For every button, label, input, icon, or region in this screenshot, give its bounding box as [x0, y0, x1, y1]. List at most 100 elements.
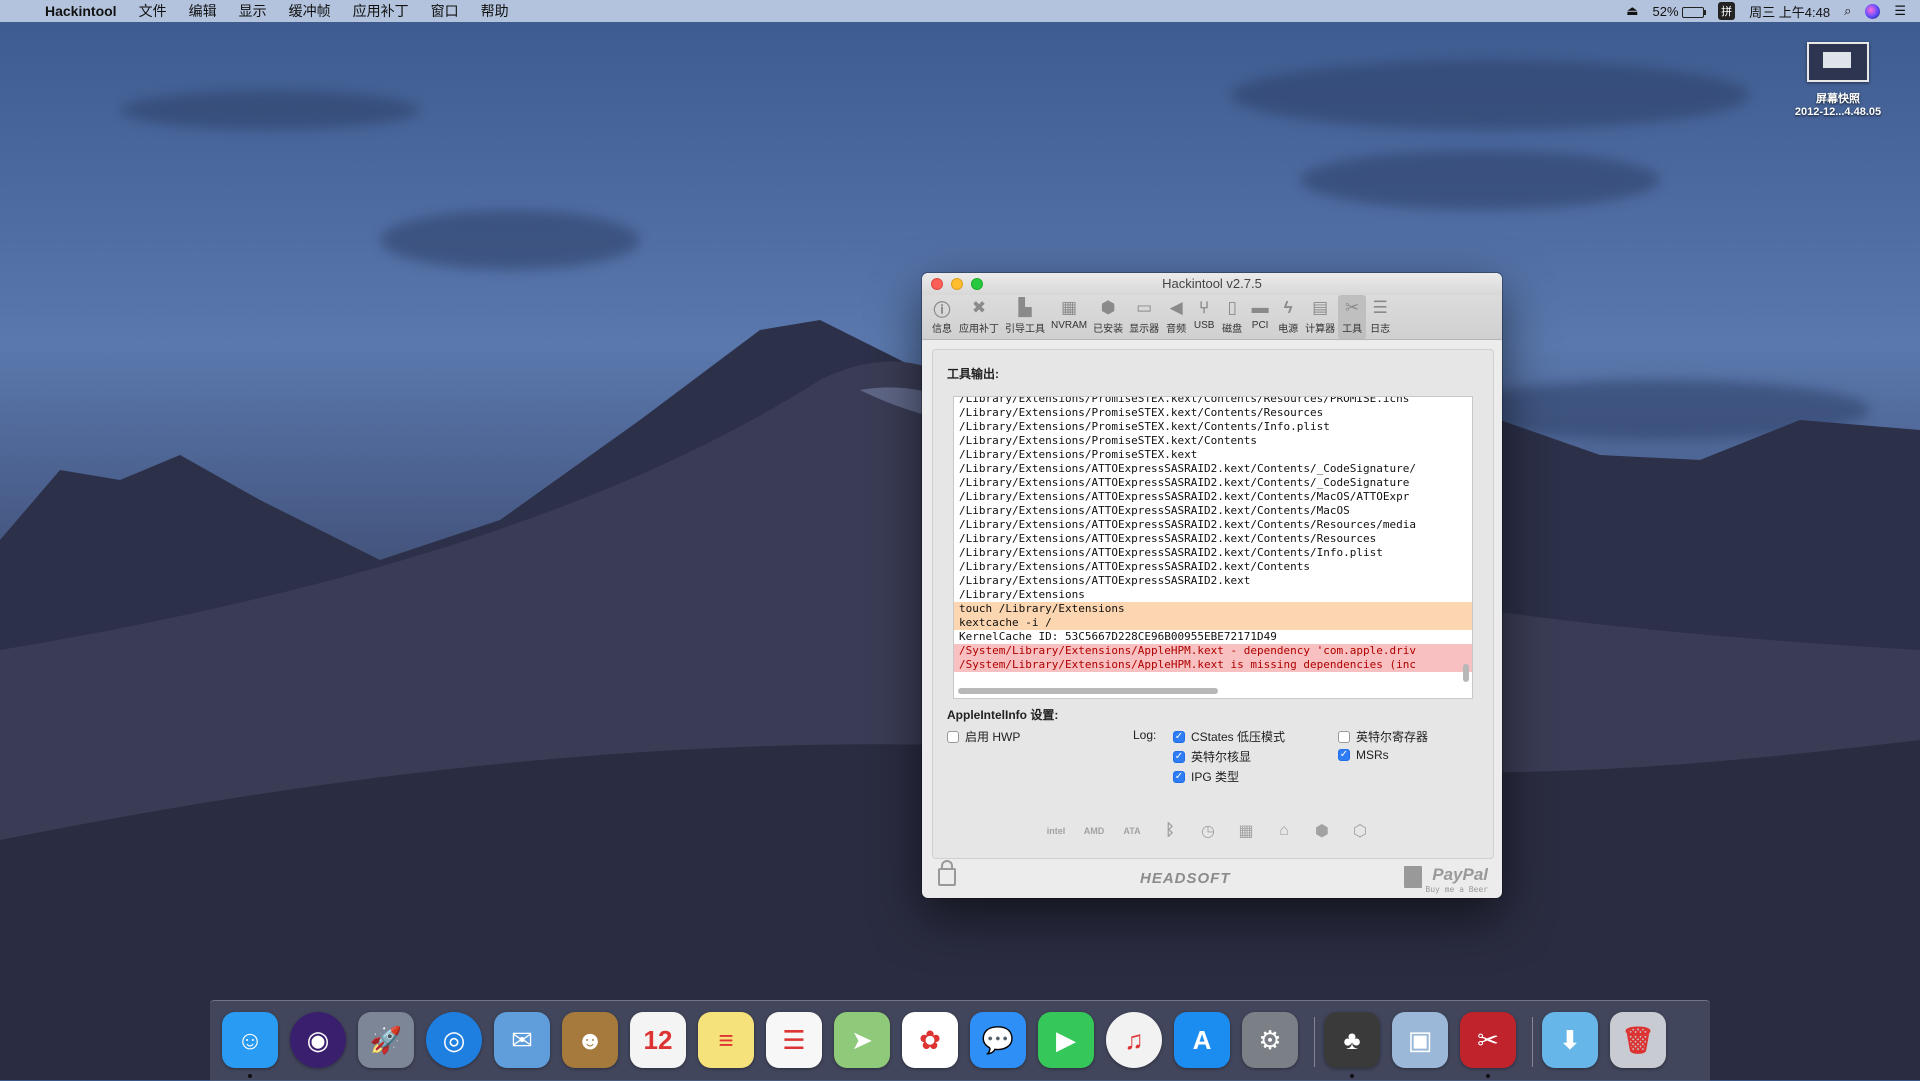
lock-icon[interactable]	[938, 860, 956, 886]
zoom-window-button[interactable]	[971, 278, 983, 290]
siri-icon[interactable]: ◉	[290, 1012, 346, 1068]
ata-icon[interactable]: ATA	[1117, 816, 1147, 846]
mail-icon[interactable]: ✉	[494, 1012, 550, 1068]
intel-igpu-checkbox[interactable]: ✓ 英特尔核显	[1173, 748, 1251, 765]
siri-menu-icon[interactable]	[1865, 3, 1881, 19]
amd-icon[interactable]: AMD	[1079, 816, 1109, 846]
intel-registers-checkbox[interactable]: 英特尔寄存器	[1338, 728, 1428, 745]
toolbar-tab-patch[interactable]: ✖ 应用补丁	[956, 295, 1002, 339]
notes-icon[interactable]: ≡	[698, 1012, 754, 1068]
display-icon: ▭	[1136, 298, 1153, 317]
finder-icon[interactable]: ☺	[222, 1012, 278, 1068]
home-icon[interactable]: ⌂	[1269, 816, 1299, 846]
output-line: /Library/Extensions/ATTOExpressSASRAID2.…	[959, 560, 1310, 573]
horizontal-scrollbar[interactable]	[958, 688, 1218, 694]
screenshot-thumbnail-icon	[1807, 42, 1869, 82]
ipg-type-checkbox[interactable]: ✓ IPG 类型	[1173, 768, 1239, 785]
facetime-icon[interactable]: ▶	[1038, 1012, 1094, 1068]
menu-file[interactable]: 文件	[128, 0, 178, 22]
power-icon: ϟ	[1283, 298, 1293, 317]
toolbar-tab-info[interactable]: ⓘ 信息	[928, 295, 956, 339]
cube-icon[interactable]: ⬡	[1345, 816, 1375, 846]
clock-icon[interactable]: ◷	[1193, 816, 1223, 846]
photos-icon[interactable]: ✿	[902, 1012, 958, 1068]
cstates-checkbox-box: ✓	[1173, 730, 1185, 743]
desktop-screenshot-file[interactable]: 屏幕快照 2012-12...4.48.05	[1778, 42, 1898, 118]
toolbar-tab-nvram-chip[interactable]: ▦ NVRAM	[1048, 295, 1090, 339]
menu-edit[interactable]: 编辑	[178, 0, 228, 22]
toolbar-tab-label: 引导工具	[1005, 324, 1045, 335]
contacts-icon[interactable]: ☻	[562, 1012, 618, 1068]
shield-icon[interactable]: ⬢	[1307, 816, 1337, 846]
safari-icon[interactable]: ◎	[426, 1012, 482, 1068]
grid-icon[interactable]: ▦	[1231, 816, 1261, 846]
menu-bar: Hackintool 文件 编辑 显示 缓冲帧 应用补丁 窗口 帮助 ⏏ 52%…	[0, 0, 1920, 22]
battery-icon	[1682, 6, 1707, 18]
input-method-icon[interactable]: 拼	[1718, 2, 1736, 20]
toolbar-tab-speaker[interactable]: ◀ 音频	[1162, 295, 1190, 339]
intel-icon[interactable]: intel	[1041, 816, 1071, 846]
trash-icon[interactable]: 🗑	[1610, 1012, 1666, 1068]
close-window-button[interactable]	[931, 278, 943, 290]
system-preferences-icon[interactable]: ⚙	[1242, 1012, 1298, 1068]
preview-icon[interactable]: ▣	[1392, 1012, 1448, 1068]
window-toolbar: ⓘ 信息 ✖ 应用补丁 ▙ 引导工具 ▦ NVRAM ⬢ 已安装 ▭ 显示器 ◀ 音频 ⑂ USB ▯ 磁盘 ▬ PC…	[922, 295, 1502, 340]
running-indicator	[1486, 1074, 1490, 1078]
cstates-checkbox[interactable]: ✓ CStates 低压模式	[1173, 728, 1285, 745]
calculator-icon: ▤	[1312, 298, 1329, 317]
pci-icon: ▬	[1251, 298, 1269, 317]
toolbar-tab-label: 磁盘	[1222, 324, 1243, 335]
intel-igpu-checkbox-box: ✓	[1173, 750, 1185, 763]
spotlight-search-icon[interactable]: ⌕	[1844, 3, 1851, 19]
maps-icon[interactable]: ➤	[834, 1012, 890, 1068]
menu-patch[interactable]: 应用补丁	[342, 0, 420, 22]
toolbar-tab-installed[interactable]: ⬢ 已安装	[1090, 295, 1126, 339]
calendar-icon[interactable]: 12	[630, 1012, 686, 1068]
vertical-scrollbar[interactable]	[1463, 664, 1469, 682]
menu-app-name[interactable]: Hackintool	[34, 0, 128, 22]
toolbar-tab-calculator[interactable]: ▤ 计算器	[1302, 295, 1338, 339]
messages-icon[interactable]: 💬	[970, 1012, 1026, 1068]
enable-hwp-checkbox[interactable]: 启用 HWP	[947, 728, 1020, 745]
msrs-checkbox[interactable]: ✓ MSRs	[1338, 748, 1389, 762]
hwp-checkbox-label: 启用 HWP	[965, 730, 1021, 744]
toolbar-tab-pci[interactable]: ▬ PCI	[1246, 295, 1274, 339]
toolbar-tab-display[interactable]: ▭ 显示器	[1126, 295, 1162, 339]
downloads-folder-icon[interactable]: ⬇	[1542, 1012, 1598, 1068]
output-line: KernelCache ID: 53C5667D228CE96B00955EBE…	[959, 630, 1277, 643]
itunes-icon[interactable]: ♫	[1106, 1012, 1162, 1068]
toolbar-tab-log[interactable]: ☰ 日志	[1366, 295, 1394, 339]
bluetooth-icon[interactable]: ᛒ	[1155, 816, 1185, 846]
notification-center-icon[interactable]: ☰	[1894, 3, 1906, 19]
headsoft-logo[interactable]: HEADSOFT	[1140, 870, 1231, 887]
menu-clock[interactable]: 周三 上午4:48	[1749, 2, 1830, 21]
toolbar-tab-power[interactable]: ϟ 电源	[1274, 295, 1302, 339]
toolbar-tab-label: 工具	[1342, 324, 1363, 335]
clover-icon[interactable]: ♣	[1324, 1012, 1380, 1068]
beer-icon[interactable]	[1404, 866, 1422, 888]
dock-separator	[1314, 1017, 1315, 1067]
tool-output-textview[interactable]: /Library/Extensions/PromiseSTEX.kext/Con…	[953, 396, 1473, 699]
toolbar-tab-tools[interactable]: ✂ 工具	[1338, 295, 1367, 339]
hackintool-icon[interactable]: ✂	[1460, 1012, 1516, 1068]
menu-help[interactable]: 帮助	[470, 0, 520, 22]
eject-icon[interactable]: ⏏	[1626, 3, 1638, 19]
menu-window[interactable]: 窗口	[420, 0, 470, 22]
paypal-donate-button[interactable]: PayPal Buy me a Beer	[1425, 865, 1488, 894]
tool-output-title: 工具输出:	[947, 367, 999, 381]
minimize-window-button[interactable]	[951, 278, 963, 290]
app-store-icon[interactable]: A	[1174, 1012, 1230, 1068]
menu-framebuffer[interactable]: 缓冲帧	[278, 0, 342, 22]
menu-view[interactable]: 显示	[228, 0, 278, 22]
toolbar-tab-boot[interactable]: ▙ 引导工具	[1002, 295, 1048, 339]
desktop-file-label-1: 屏幕快照	[1816, 93, 1860, 105]
output-line: /Library/Extensions/PromiseSTEX.kext/Con…	[959, 420, 1330, 433]
battery-status[interactable]: 52%	[1652, 4, 1707, 19]
window-title: Hackintool v2.7.5	[1162, 276, 1262, 291]
toolbar-tab-usb[interactable]: ⑂ USB	[1190, 295, 1218, 339]
tool-icon-row: intel AMD ATA ᛒ ◷ ▦ ⌂ ⬢ ⬡	[1041, 816, 1375, 846]
window-titlebar[interactable]: Hackintool v2.7.5	[922, 273, 1502, 295]
launchpad-icon[interactable]: 🚀	[358, 1012, 414, 1068]
reminders-icon[interactable]: ☰	[766, 1012, 822, 1068]
toolbar-tab-disk[interactable]: ▯ 磁盘	[1218, 295, 1246, 339]
